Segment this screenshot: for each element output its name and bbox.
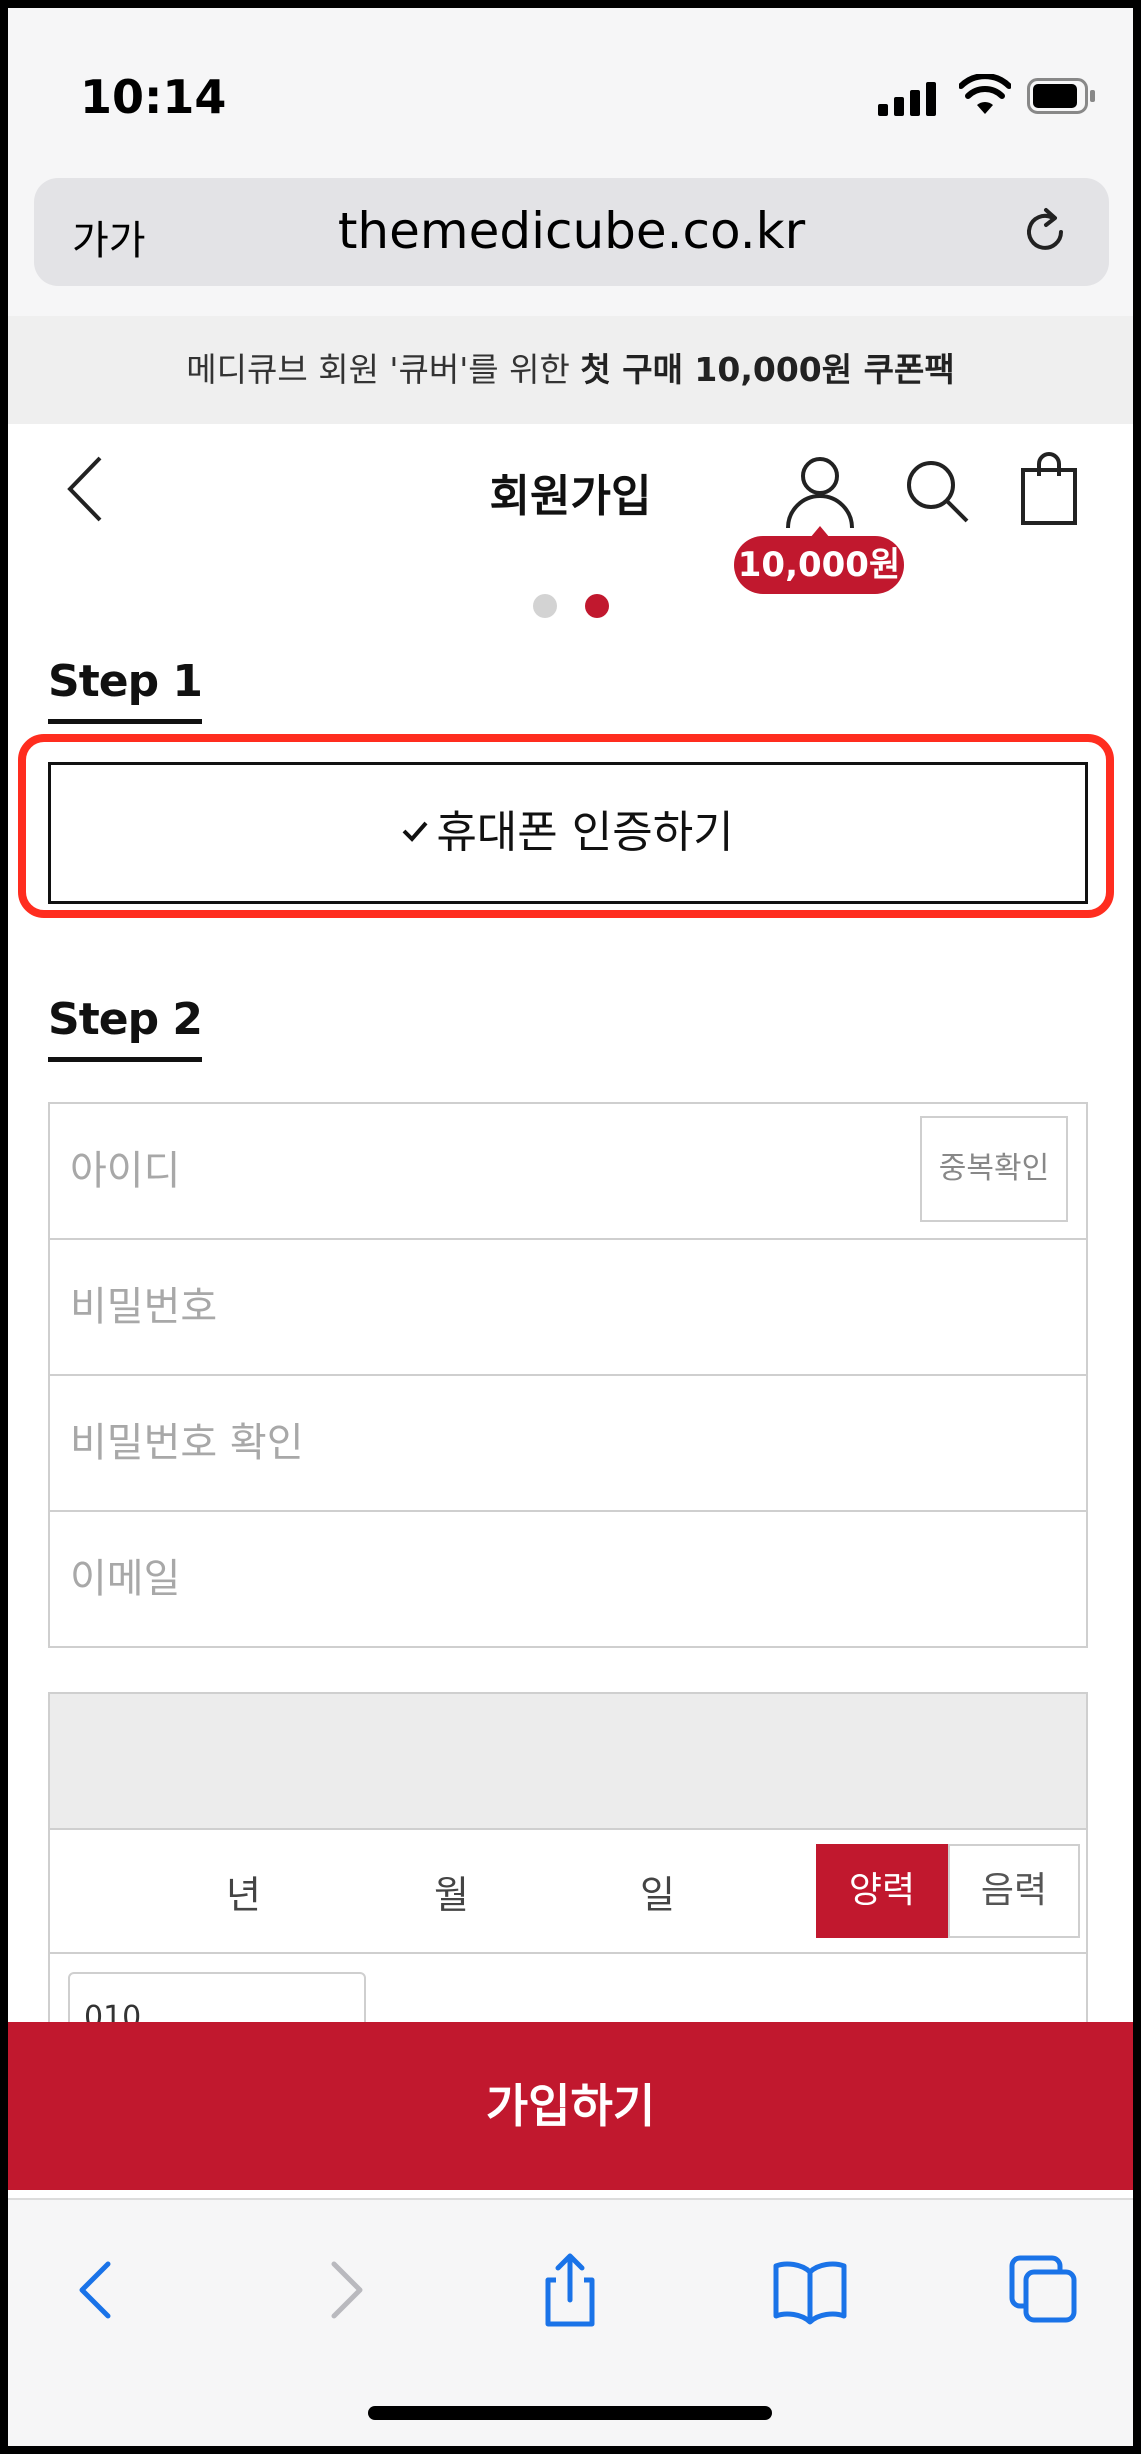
forward-nav-icon[interactable] [302,2250,382,2330]
day-select[interactable]: 일 [640,1864,675,1919]
step2-title: Step 2 [48,994,203,1062]
status-bar: 10:14 [8,8,1133,168]
birthdate-row: 년 월 일 양력 음력 [50,1830,1086,1954]
check-icon [402,821,428,842]
bookmarks-icon[interactable] [770,2250,850,2330]
password-confirm-row [50,1376,1086,1512]
coupon-badge: 10,000원 [734,526,904,594]
month-select[interactable]: 월 [434,1864,469,1919]
signal-icon [878,82,936,116]
shopping-bag-icon[interactable] [1020,452,1078,526]
step1-title: Step 1 [48,656,203,724]
email-row [50,1512,1086,1646]
promo-text: 메디큐브 회원 '큐버'를 위한 [186,350,581,389]
page-header: 회원가입 10,000원 [8,424,1133,594]
name-field-area[interactable] [50,1694,1086,1830]
battery-icon [1027,78,1095,114]
email-input[interactable] [50,1512,1086,1646]
back-nav-icon[interactable] [60,2250,140,2330]
browser-address-area: 가가 themedicube.co.kr [8,168,1133,318]
reload-icon[interactable] [1019,206,1071,258]
promo-highlight: 첫 구매 10,000원 쿠폰팩 [580,350,955,389]
search-icon[interactable] [904,458,970,524]
password-input[interactable] [50,1240,1086,1374]
step-indicator [8,594,1133,622]
phone-verify-label: 휴대폰 인증하기 [436,807,734,858]
share-icon[interactable] [530,2250,610,2330]
duplicate-check-button[interactable]: 중복확인 [920,1116,1068,1222]
signup-form: 중복확인 [48,1102,1088,1648]
address-bar[interactable]: 가가 themedicube.co.kr [34,178,1109,286]
url-text[interactable]: themedicube.co.kr [34,202,1109,260]
promo-banner[interactable]: 메디큐브 회원 '큐버'를 위한 첫 구매 10,000원 쿠폰팩 [8,316,1133,424]
id-row: 중복확인 [50,1104,1086,1240]
lunar-calendar-button[interactable]: 음력 [948,1844,1080,1938]
phone-verify-button[interactable]: 휴대폰 인증하기 [48,762,1088,904]
phone-screen: 10:14 가가 themedicube.co.kr 메디큐브 회원 '큐버'를… [8,8,1133,2446]
solar-calendar-button[interactable]: 양력 [816,1844,948,1938]
step-dot-2-active [584,594,609,618]
wifi-icon [959,74,1011,114]
signup-button[interactable]: 가입하기 [8,2022,1133,2190]
year-select[interactable]: 년 [226,1864,261,1919]
step-dot-1 [532,594,557,618]
user-icon[interactable] [784,454,856,530]
status-time: 10:14 [80,70,227,124]
password-confirm-input[interactable] [50,1376,1086,1510]
home-indicator [368,2406,772,2420]
tabs-icon[interactable] [1004,2250,1084,2330]
password-row [50,1240,1086,1376]
